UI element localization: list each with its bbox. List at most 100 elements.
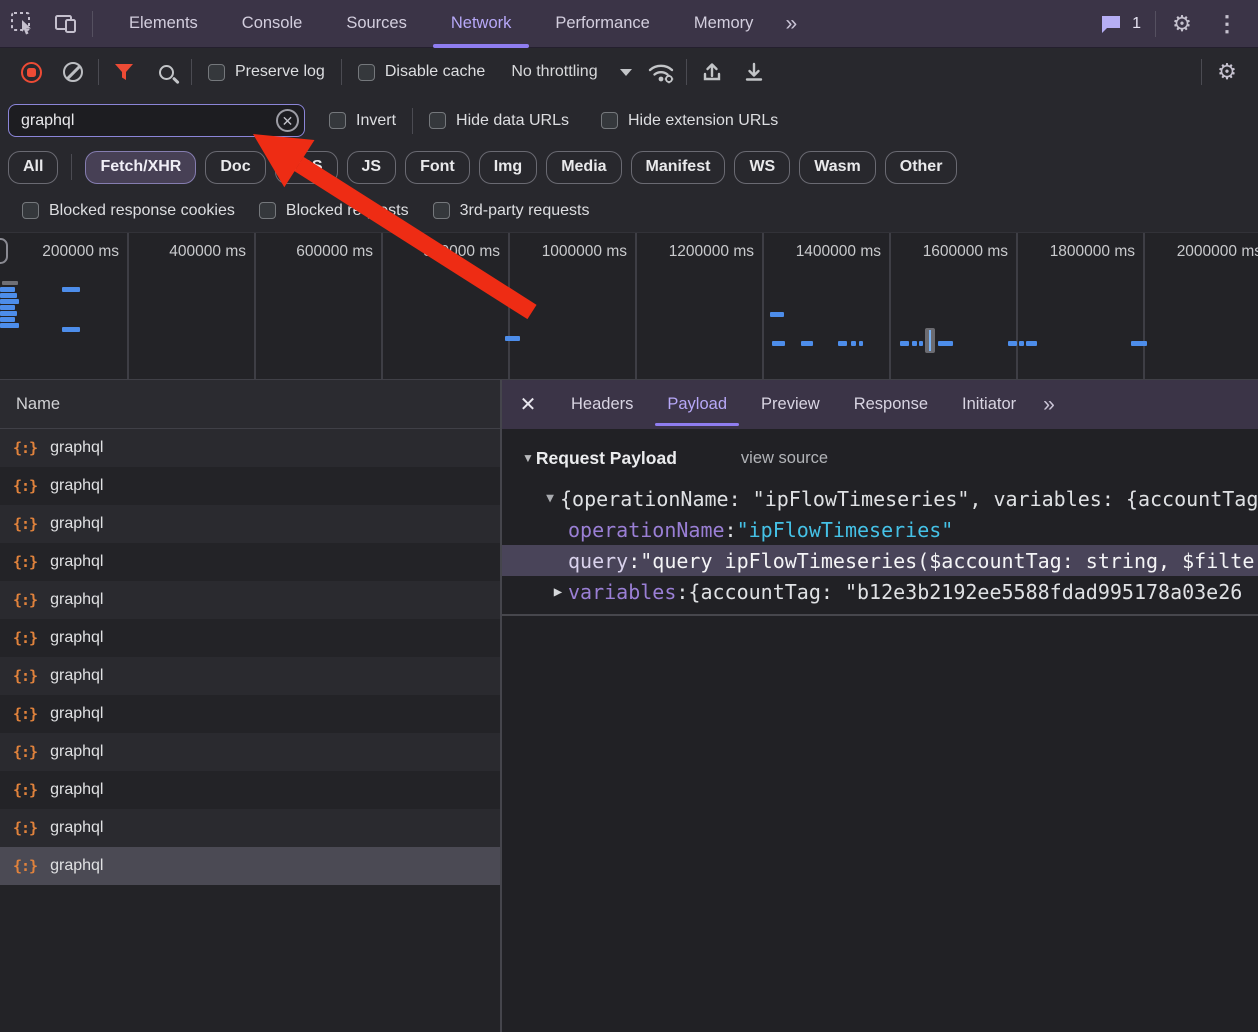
- request-timing-bar[interactable]: [0, 305, 15, 310]
- detail-tab-headers[interactable]: Headers: [554, 380, 650, 429]
- chip-media[interactable]: Media: [546, 151, 621, 184]
- settings-gear-icon[interactable]: ⚙: [1160, 0, 1204, 48]
- tree-expander-icon[interactable]: ▶: [548, 584, 568, 600]
- checkbox[interactable]: [22, 202, 39, 219]
- payload-tree-row[interactable]: query: "query ipFlowTimeseries($accountT…: [502, 545, 1258, 576]
- network-conditions-icon[interactable]: [640, 51, 682, 93]
- inspect-element-icon[interactable]: [0, 0, 44, 48]
- request-row[interactable]: {:}graphql: [0, 543, 500, 581]
- network-overview-timeline[interactable]: 200000 ms400000 ms600000 ms800000 ms1000…: [0, 232, 1258, 380]
- disable-cache-checkbox[interactable]: Disable cache: [358, 63, 486, 81]
- chip-manifest[interactable]: Manifest: [631, 151, 726, 184]
- checkbox[interactable]: [429, 112, 446, 129]
- tab-sources[interactable]: Sources: [324, 0, 429, 48]
- detail-tab-payload[interactable]: Payload: [650, 380, 744, 429]
- checkbox[interactable]: [601, 112, 618, 129]
- network-settings-gear-icon[interactable]: ⚙: [1206, 51, 1248, 93]
- request-timing-bar[interactable]: [505, 336, 520, 341]
- preserve-log-checkbox[interactable]: Preserve log: [208, 63, 325, 81]
- more-panels-icon[interactable]: »: [775, 12, 805, 36]
- request-row[interactable]: {:}graphql: [0, 505, 500, 543]
- name-column-header[interactable]: Name: [0, 380, 500, 429]
- chip-img[interactable]: Img: [479, 151, 537, 184]
- request-timing-bar[interactable]: [938, 341, 953, 346]
- request-timing-bar[interactable]: [770, 312, 784, 317]
- request-timing-bar[interactable]: [0, 323, 19, 328]
- clear-filter-icon[interactable]: ✕: [276, 109, 299, 132]
- checkbox[interactable]: [329, 112, 346, 129]
- chip-all[interactable]: All: [8, 151, 58, 184]
- chip-js[interactable]: JS: [347, 151, 397, 184]
- collapse-triangle-icon[interactable]: ▼: [522, 451, 534, 465]
- request-timing-bar[interactable]: [851, 341, 856, 346]
- request-timing-bar[interactable]: [801, 341, 813, 346]
- request-row[interactable]: {:}graphql: [0, 733, 500, 771]
- tab-console[interactable]: Console: [220, 0, 325, 48]
- filter-funnel-icon[interactable]: [103, 51, 145, 93]
- request-row[interactable]: {:}graphql: [0, 619, 500, 657]
- overview-left-handle[interactable]: [0, 238, 8, 264]
- checkbox[interactable]: [358, 64, 375, 81]
- close-detail-icon[interactable]: ✕: [502, 380, 554, 429]
- request-timing-bar[interactable]: [0, 317, 15, 322]
- request-timing-bar[interactable]: [0, 293, 17, 298]
- request-timing-bar[interactable]: [2, 281, 18, 285]
- request-timing-bar[interactable]: [912, 341, 917, 346]
- request-timing-bar[interactable]: [62, 327, 80, 332]
- request-timing-bar[interactable]: [62, 287, 80, 292]
- detail-tab-preview[interactable]: Preview: [744, 380, 837, 429]
- kebab-menu-icon[interactable]: ⋮: [1204, 11, 1250, 37]
- request-timing-bar[interactable]: [0, 287, 15, 292]
- request-timing-bar[interactable]: [1019, 341, 1024, 346]
- blocked-response-cookies-checkbox[interactable]: Blocked response cookies: [22, 202, 235, 220]
- request-timing-bar[interactable]: [838, 341, 847, 346]
- request-row[interactable]: {:}graphql: [0, 467, 500, 505]
- search-icon[interactable]: [145, 51, 187, 93]
- payload-tree-row[interactable]: ▼{operationName: "ipFlowTimeseries", var…: [502, 483, 1258, 514]
- request-timing-bar[interactable]: [0, 299, 19, 304]
- request-row[interactable]: {:}graphql: [0, 771, 500, 809]
- chip-css[interactable]: CSS: [275, 151, 338, 184]
- request-timing-bar[interactable]: [900, 341, 909, 346]
- issues-count[interactable]: 1: [1132, 15, 1141, 33]
- request-timing-bar[interactable]: [1026, 341, 1037, 346]
- clear-network-log-button[interactable]: [52, 51, 94, 93]
- detail-tab-initiator[interactable]: Initiator: [945, 380, 1033, 429]
- tab-elements[interactable]: Elements: [107, 0, 220, 48]
- request-timing-bar[interactable]: [772, 341, 785, 346]
- request-row[interactable]: {:}graphql: [0, 657, 500, 695]
- issues-message-icon[interactable]: [1096, 0, 1126, 48]
- request-timing-bar[interactable]: [1008, 341, 1017, 346]
- payload-tree-row[interactable]: operationName: "ipFlowTimeseries": [502, 514, 1258, 545]
- filter-input[interactable]: [8, 104, 305, 137]
- hide-data-urls-checkbox[interactable]: Hide data URLs: [429, 112, 569, 130]
- selected-request-marker[interactable]: [925, 328, 935, 353]
- chip-wasm[interactable]: Wasm: [799, 151, 876, 184]
- request-timing-bar[interactable]: [1131, 341, 1147, 346]
- chip-ws[interactable]: WS: [734, 151, 790, 184]
- chip-other[interactable]: Other: [885, 151, 958, 184]
- export-har-icon[interactable]: [733, 51, 775, 93]
- request-row[interactable]: {:}graphql: [0, 695, 500, 733]
- detail-tab-response[interactable]: Response: [837, 380, 945, 429]
- checkbox[interactable]: [433, 202, 450, 219]
- chip-doc[interactable]: Doc: [205, 151, 265, 184]
- tab-network[interactable]: Network: [429, 0, 534, 48]
- more-detail-tabs-icon[interactable]: »: [1033, 393, 1063, 417]
- import-har-icon[interactable]: [691, 51, 733, 93]
- request-timing-bar[interactable]: [919, 341, 923, 346]
- payload-tree-row[interactable]: ▶variables: {accountTag: "b12e3b2192ee55…: [502, 576, 1258, 607]
- request-row[interactable]: {:}graphql: [0, 581, 500, 619]
- record-network-log-button[interactable]: [10, 51, 52, 93]
- tab-performance[interactable]: Performance: [533, 0, 671, 48]
- request-timing-bar[interactable]: [859, 341, 863, 346]
- request-row[interactable]: {:}graphql: [0, 809, 500, 847]
- invert-checkbox[interactable]: Invert: [329, 112, 396, 130]
- checkbox[interactable]: [259, 202, 276, 219]
- blocked-requests-checkbox[interactable]: Blocked requests: [259, 202, 409, 220]
- throttling-select[interactable]: No throttling: [511, 63, 631, 81]
- request-row[interactable]: {:}graphql: [0, 429, 500, 467]
- request-timing-bar[interactable]: [0, 311, 17, 316]
- hide-extension-urls-checkbox[interactable]: Hide extension URLs: [601, 112, 778, 130]
- tab-memory[interactable]: Memory: [672, 0, 776, 48]
